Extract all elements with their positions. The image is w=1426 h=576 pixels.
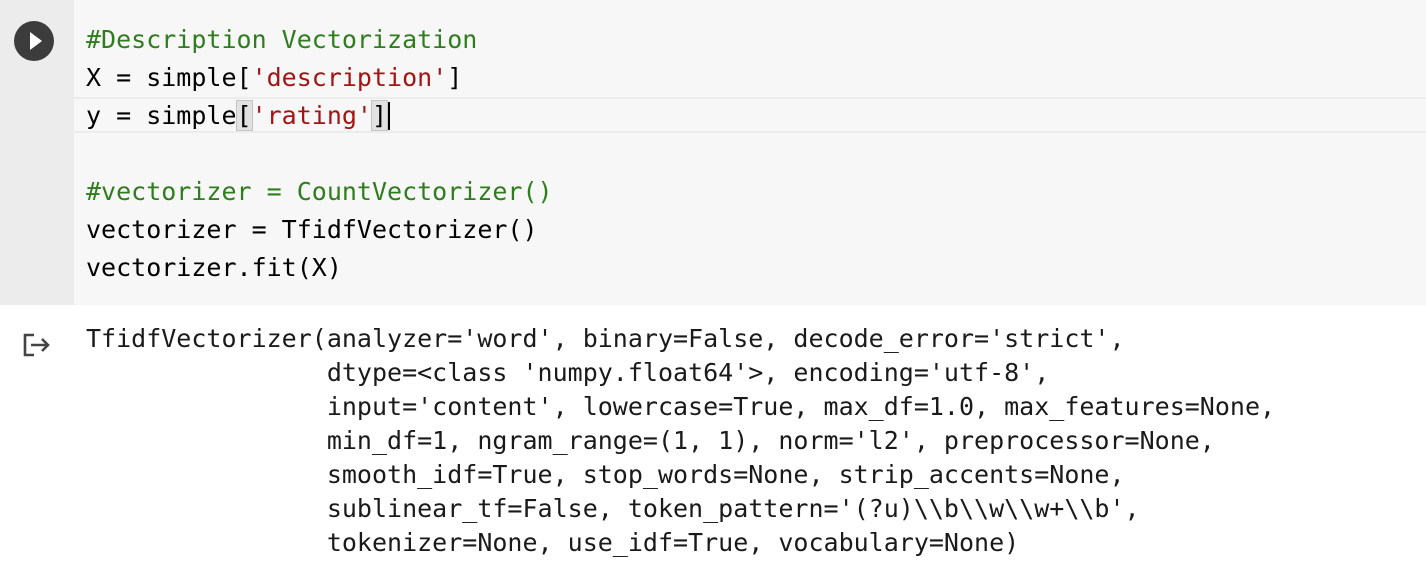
code-text: vectorizer = TfidfVectorizer() <box>86 215 538 244</box>
output-line: dtype=<class 'numpy.float64'>, encoding=… <box>86 358 1050 387</box>
output-line: tokenizer=None, use_idf=True, vocabulary… <box>86 528 1020 557</box>
code-line-3: y = simple['rating'] <box>86 97 553 135</box>
matched-bracket-open: [ <box>235 100 253 131</box>
code-line-2: X = simple['description'] <box>86 59 553 97</box>
code-line-6: vectorizer = TfidfVectorizer() <box>86 211 553 249</box>
code-comment: #Description Vectorization <box>86 25 478 54</box>
run-cell-button[interactable] <box>14 21 54 61</box>
output-arrow-icon[interactable] <box>22 332 52 358</box>
code-content[interactable]: #Description Vectorization X = simple['de… <box>86 21 553 287</box>
notebook-code-cell: #Description Vectorization X = simple['de… <box>0 0 1426 576</box>
code-text: ] <box>447 63 463 92</box>
code-comment: #vectorizer = CountVectorizer() <box>86 177 553 206</box>
code-text: vectorizer.fit(X) <box>86 253 342 282</box>
output-line: min_df=1, ngram_range=(1, 1), norm='l2',… <box>86 426 1215 455</box>
code-line-5: #vectorizer = CountVectorizer() <box>86 173 553 211</box>
text-cursor <box>388 102 391 130</box>
code-line-1: #Description Vectorization <box>86 21 553 59</box>
output-line: TfidfVectorizer(analyzer='word', binary=… <box>86 324 1125 353</box>
play-icon <box>30 32 42 50</box>
matched-bracket-close: ] <box>370 100 389 131</box>
code-string: 'description' <box>251 63 448 92</box>
output-line: input='content', lowercase=True, max_df=… <box>86 392 1276 421</box>
code-string: 'rating' <box>251 101 372 130</box>
code-text: y = simple <box>86 101 237 130</box>
output-line: smooth_idf=True, stop_words=None, strip_… <box>86 460 1125 489</box>
cell-output: TfidfVectorizer(analyzer='word', binary=… <box>86 322 1275 560</box>
code-line-7: vectorizer.fit(X) <box>86 249 553 287</box>
code-text: X = simple[ <box>86 63 252 92</box>
output-line: sublinear_tf=False, token_pattern='(?u)\… <box>86 494 1140 523</box>
